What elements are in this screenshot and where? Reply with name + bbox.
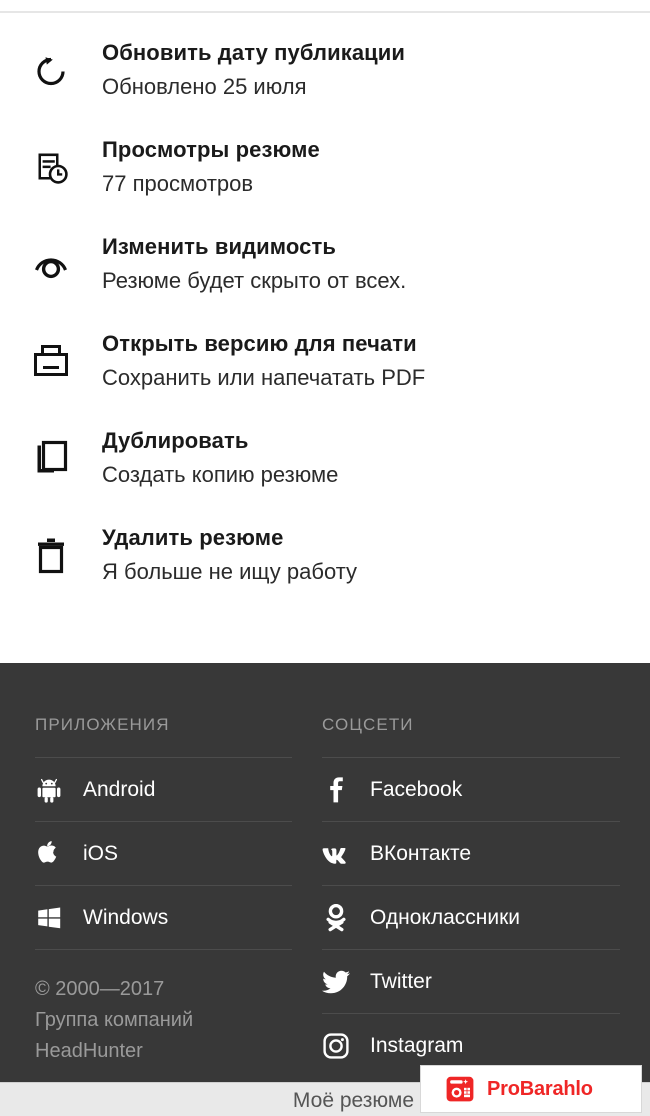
odnoklassniki-icon — [322, 903, 370, 932]
copy-icon — [0, 426, 102, 480]
footer-link-label: Windows — [83, 905, 169, 929]
top-divider — [0, 11, 650, 13]
menu-item-subtitle: Создать копию резюме — [102, 462, 339, 487]
menu-item-title: Изменить видимость — [102, 234, 336, 259]
resume-actions-menu: Обновить дату публикации Обновлено 25 ию… — [0, 28, 650, 610]
footer-apps-title: ПРИЛОЖЕНИЯ — [35, 715, 170, 734]
footer-link-twitter[interactable]: Twitter — [322, 949, 620, 1013]
menu-item-text: Дублировать Создать копию резюме — [102, 426, 650, 491]
footer-link-label: Facebook — [370, 777, 463, 801]
footer-link-facebook[interactable]: Facebook — [322, 757, 620, 821]
menu-item-delete-resume[interactable]: Удалить резюме Я больше не ищу работу — [0, 513, 650, 610]
footer-column-social: СОЦСЕТИ Facebook ВКонтакте Одноклассники… — [314, 715, 650, 1077]
apple-icon — [35, 840, 83, 868]
menu-item-subtitle: Я больше не ищу работу — [102, 559, 358, 584]
footer-link-label: iOS — [83, 841, 119, 865]
refresh-icon — [0, 38, 102, 92]
probarahlo-watermark: ProBarahlo — [420, 1065, 642, 1113]
footer-column-apps: ПРИЛОЖЕНИЯ Android iOS Windows © 2000—20… — [0, 715, 314, 1077]
footer-link-ios[interactable]: iOS — [35, 821, 292, 885]
footer-link-label: Одноклассники — [370, 905, 521, 929]
twitter-icon — [322, 968, 370, 996]
copyright-line-2: Группа компаний — [35, 1009, 194, 1031]
menu-item-title: Просмотры резюме — [102, 137, 320, 162]
footer-copyright: © 2000—2017 Группа компаний HeadHunter — [35, 949, 292, 1067]
menu-item-visibility[interactable]: Изменить видимость Резюме будет скрыто о… — [0, 222, 650, 319]
facebook-icon — [322, 776, 370, 804]
trash-icon — [0, 523, 102, 577]
menu-item-title: Обновить дату публикации — [102, 40, 406, 65]
footer-social-title: СОЦСЕТИ — [322, 715, 414, 734]
footer-link-label: Android — [83, 777, 156, 801]
menu-item-title: Удалить резюме — [102, 525, 284, 550]
printer-icon — [0, 329, 102, 383]
menu-item-duplicate[interactable]: Дублировать Создать копию резюме — [0, 416, 650, 513]
menu-item-text: Открыть версию для печати Сохранить или … — [102, 329, 650, 394]
menu-item-text: Изменить видимость Резюме будет скрыто о… — [102, 232, 650, 297]
footer-link-label: ВКонтакте — [370, 841, 472, 865]
menu-item-subtitle: Обновлено 25 июля — [102, 74, 307, 99]
instagram-icon — [322, 1032, 370, 1060]
vk-icon — [322, 840, 370, 868]
copyright-line-1: © 2000—2017 — [35, 978, 165, 1000]
resume-actions-page: Обновить дату публикации Обновлено 25 ию… — [0, 0, 650, 1116]
camera-icon — [445, 1074, 475, 1104]
watermark-label: ProBarahlo — [487, 1077, 593, 1100]
menu-item-print-version[interactable]: Открыть версию для печати Сохранить или … — [0, 319, 650, 416]
windows-icon — [35, 904, 83, 932]
footer-link-android[interactable]: Android — [35, 757, 292, 821]
copyright-line-3: HeadHunter — [35, 1040, 143, 1062]
menu-item-text: Обновить дату публикации Обновлено 25 ию… — [102, 38, 650, 103]
footer-link-windows[interactable]: Windows — [35, 885, 292, 949]
menu-item-resume-views[interactable]: Просмотры резюме 77 просмотров — [0, 125, 650, 222]
android-icon — [35, 776, 83, 804]
menu-item-refresh-date[interactable]: Обновить дату публикации Обновлено 25 ию… — [0, 28, 650, 125]
document-clock-icon — [0, 135, 102, 189]
bottom-tab-my-resume[interactable]: Моё резюме — [293, 1089, 414, 1113]
menu-item-text: Просмотры резюме 77 просмотров — [102, 135, 650, 200]
menu-item-subtitle: Сохранить или напечатать PDF — [102, 365, 426, 390]
menu-item-title: Открыть версию для печати — [102, 331, 417, 356]
menu-item-title: Дублировать — [102, 428, 249, 453]
menu-item-subtitle: Резюме будет скрыто от всех. — [102, 268, 407, 293]
footer-link-label: Instagram — [370, 1033, 464, 1057]
eye-icon — [0, 232, 102, 286]
menu-item-subtitle: 77 просмотров — [102, 171, 254, 196]
menu-item-text: Удалить резюме Я больше не ищу работу — [102, 523, 650, 588]
footer-link-vk[interactable]: ВКонтакте — [322, 821, 620, 885]
footer-link-odnoklassniki[interactable]: Одноклассники — [322, 885, 620, 949]
site-footer: ПРИЛОЖЕНИЯ Android iOS Windows © 2000—20… — [0, 663, 650, 1082]
footer-link-label: Twitter — [370, 969, 432, 993]
